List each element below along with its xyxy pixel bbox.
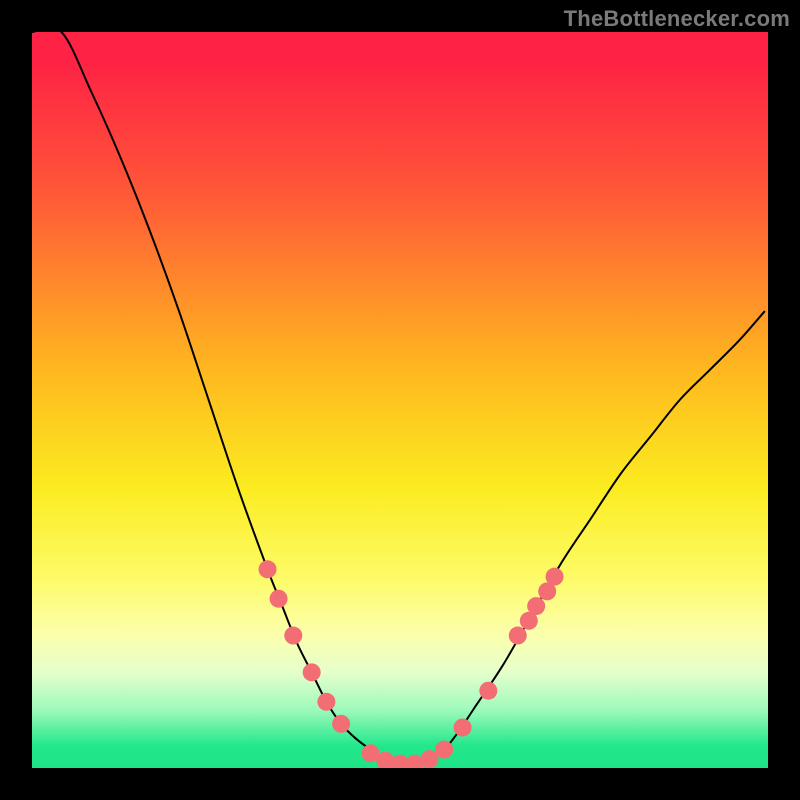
data-point-left-1 — [259, 560, 277, 578]
watermark-text: TheBottlenecker.com — [564, 6, 790, 32]
data-point-bottom-5 — [420, 750, 438, 768]
data-point-right-7 — [546, 568, 564, 586]
data-point-right-3 — [509, 627, 527, 645]
data-point-right-1 — [454, 719, 472, 737]
chart-svg — [32, 32, 768, 768]
data-point-bottom-6 — [435, 741, 453, 759]
chart-frame: TheBottlenecker.com — [0, 0, 800, 800]
chart-data-points — [259, 560, 564, 768]
data-point-right-5 — [527, 597, 545, 615]
bottleneck-curve — [32, 32, 764, 764]
data-point-left-5 — [317, 693, 335, 711]
data-point-right-2 — [479, 682, 497, 700]
data-point-left-4 — [303, 663, 321, 681]
chart-plot-area — [32, 32, 768, 768]
data-point-left-6 — [332, 715, 350, 733]
data-point-left-2 — [270, 590, 288, 608]
data-point-left-3 — [284, 627, 302, 645]
